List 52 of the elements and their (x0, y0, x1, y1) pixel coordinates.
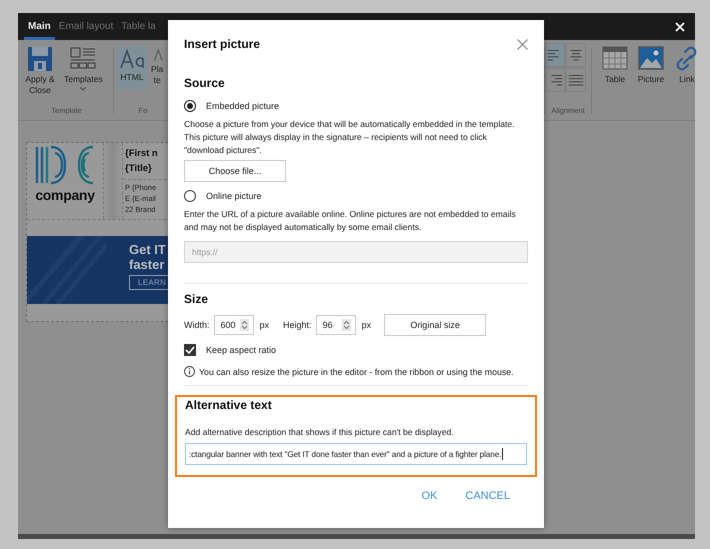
number-field[interactable]: 96 (316, 315, 356, 335)
html-button[interactable]: HTML (117, 46, 147, 90)
align-left-button[interactable] (545, 43, 565, 67)
description-text: Add alternative description that shows if this picture can't be displayed. (185, 426, 455, 439)
picture-button[interactable]: Picture (634, 46, 668, 120)
radio-label: Online picture (206, 191, 262, 201)
signature-text: {Title} (125, 162, 152, 176)
unit-label: px (260, 320, 270, 330)
ok-button[interactable]: OK (417, 487, 442, 505)
link-button[interactable]: Link (670, 46, 704, 120)
table-button[interactable]: Table (598, 46, 632, 120)
checkbox[interactable] (184, 344, 196, 356)
logo-text: company (35, 187, 95, 203)
font-letter-icon (119, 48, 145, 70)
table-icon (602, 46, 628, 72)
image-icon (638, 46, 664, 72)
checkbox-label: Keep aspect ratio (206, 345, 276, 355)
align-right-button[interactable] (545, 68, 565, 92)
choose-file-button[interactable]: Choose file... (184, 160, 286, 182)
radio-button[interactable] (184, 190, 196, 202)
stepper-icon[interactable] (240, 319, 249, 331)
field-label: Height: (283, 320, 312, 330)
templates-button[interactable]: Templates (62, 46, 105, 106)
dialog-title: Insert picture (184, 37, 260, 51)
unit-label: px (362, 320, 372, 330)
banner-text: faster (129, 257, 164, 272)
save-button[interactable]: Apply & Close (20, 46, 60, 106)
radio-button[interactable] (184, 100, 196, 112)
font-letter-icon (151, 48, 164, 62)
alt-text-field[interactable]: :ctangular banner with text "Get IT done faster than ever" and a picture of a fighter plane. (185, 443, 527, 465)
field-label: Width: (184, 320, 210, 330)
ribbon-tab[interactable]: Email layout (54, 13, 118, 40)
description-text: Enter the URL of a picture available online. Online pictures are not embedded to emails and may not be displayed automatically by some email clients. (184, 208, 517, 234)
info-icon (184, 366, 195, 377)
banner-text: Get IT (129, 242, 166, 257)
align-justify-button[interactable] (566, 68, 586, 92)
stepper-icon[interactable] (342, 319, 351, 331)
description-text: Choose a picture from your device that will be automatically embedded in the template. This picture will always display in the signature – recipients will not need to click "download pictures". (184, 118, 516, 157)
info-text: You can also resize the picture in the editor - from the ribbon or using the mouse. (199, 366, 514, 376)
chevron-down-icon (80, 87, 86, 91)
plain-text-button[interactable]: Pla te (149, 46, 166, 90)
section-heading: Alternative text (185, 398, 273, 412)
align-center-button[interactable] (566, 43, 586, 67)
original-size-button[interactable]: Original size (384, 314, 486, 336)
cancel-button[interactable]: CANCEL (461, 487, 514, 505)
section-heading: Size (184, 292, 210, 306)
radio-label: Embedded picture (206, 101, 280, 111)
signature-text: {First n (125, 147, 158, 161)
align-justify-icon (567, 72, 585, 88)
ribbon-tab[interactable]: Table la (117, 13, 160, 40)
number-field[interactable]: 600 (214, 315, 254, 335)
section-heading: Source (184, 76, 226, 90)
